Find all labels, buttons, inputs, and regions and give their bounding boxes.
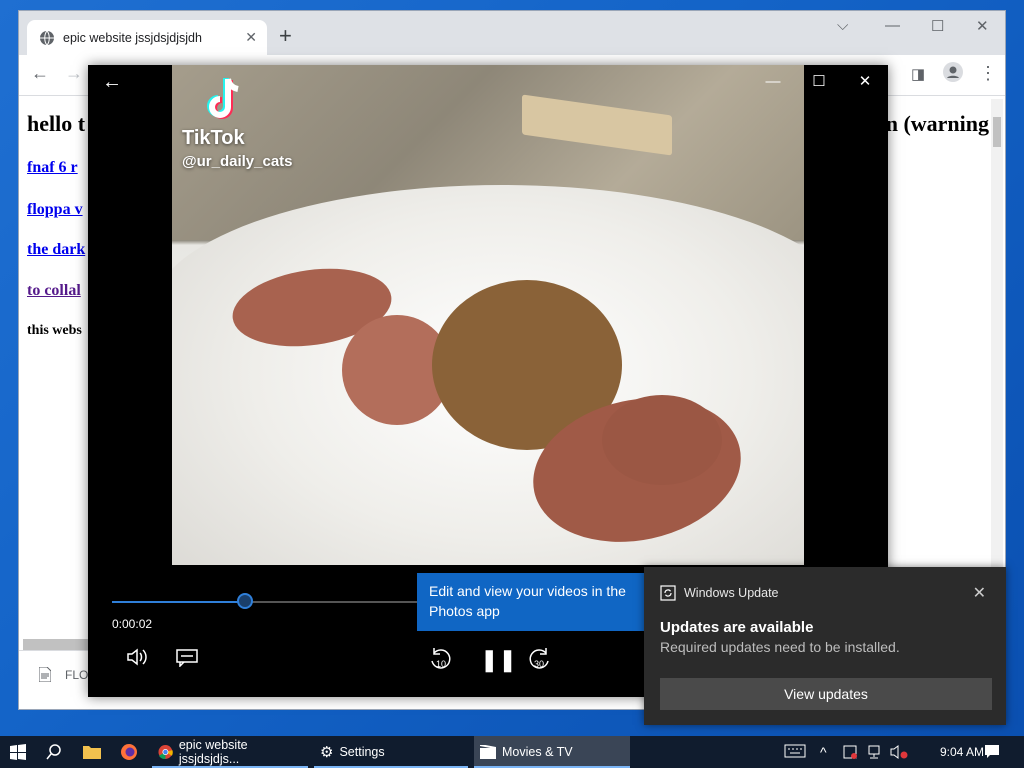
browser-tabstrip: epic website jssjdsjdjsjdh ✕ + ⌵ — ☐ ✕ [19,11,1005,55]
video-frame[interactable]: TikTok @ur_daily_cats [172,65,804,565]
link-2[interactable]: floppa v [27,201,83,219]
profile-icon[interactable] [943,62,963,87]
skip-forward-button[interactable]: 30 [528,647,552,677]
security-icon[interactable] [842,744,858,763]
file-explorer-button[interactable] [83,736,101,768]
browser-tab[interactable]: epic website jssjdsjdjsjdh ✕ [27,20,267,55]
page-small-text: this webs [27,323,82,338]
search-button[interactable] [46,736,62,768]
file-icon [39,667,51,682]
globe-icon [40,30,54,45]
chrome-icon [158,745,173,759]
scrollbar-thumb[interactable] [993,117,1001,147]
taskbar-item-label: epic website jssjdsjdjs... [178,738,248,766]
subtitles-icon[interactable] [176,647,198,673]
cat-shape [602,395,722,485]
seek-handle[interactable] [237,593,253,609]
skip-back-label: 10 [436,659,446,669]
search-icon [46,744,61,760]
menu-icon[interactable]: ⋮ [979,63,997,84]
close-icon[interactable]: ✕ [842,65,888,97]
taskbar-item-label: Movies & TV [502,745,573,759]
minimize-icon[interactable]: — [750,65,796,97]
toast-title: Updates are available [660,619,814,636]
pause-button[interactable]: ❚❚ [480,647,517,673]
start-button[interactable] [10,736,26,768]
windows-logo-icon [10,744,26,760]
side-panel-icon[interactable]: ◨ [911,65,925,83]
view-updates-button[interactable]: View updates [660,678,992,710]
page-heading: hello t [27,111,86,136]
notifications-icon[interactable] [984,744,1000,763]
firefox-icon [121,744,137,760]
link-3[interactable]: the dark [27,241,85,259]
taskbar-item-movies[interactable]: Movies & TV [474,736,630,768]
chevron-up-icon[interactable]: ^ [820,744,827,760]
firefox-button[interactable] [120,736,138,768]
keyboard-icon[interactable] [784,744,806,761]
tab-search-icon[interactable]: ⌵ [837,17,848,34]
volume-icon[interactable] [126,647,148,673]
player-titlebar: — ☐ ✕ [750,65,888,97]
back-icon[interactable]: ← [31,63,49,84]
film-icon [480,745,496,759]
taskbar-item-settings[interactable]: ⚙ Settings [314,736,468,768]
download-item[interactable]: FLO [39,667,88,682]
forward-icon[interactable]: → [65,63,83,84]
maximize-icon[interactable]: ☐ [931,17,944,35]
update-icon [660,585,676,601]
skip-back-button[interactable]: 10 [428,647,452,677]
tiktok-brand-text: TikTok [182,127,245,149]
network-icon[interactable] [866,744,882,763]
link-4[interactable]: to collal [27,282,81,300]
tiktok-logo-icon [207,78,239,119]
toast-body: Required updates need to be installed. [660,639,900,655]
skip-forward-icon: 30 [529,648,549,669]
download-filename: FLO [65,667,89,682]
windows-update-toast[interactable]: Windows Update ✕ Updates are available R… [644,567,1006,725]
toast-app-name: Windows Update [684,586,779,600]
page-heading-right: n (warning [885,111,989,136]
taskbar-item-label: Settings [339,745,385,759]
skip-forward-label: 30 [534,659,544,669]
photos-app-tip[interactable]: Edit and view your videos in the Photos … [417,573,645,631]
toast-app-header: Windows Update [660,585,779,601]
back-arrow-icon[interactable]: ← [102,71,122,94]
clock[interactable]: 9:04 AM [940,736,984,768]
maximize-icon[interactable]: ☐ [796,65,842,97]
volume-muted-icon[interactable] [890,744,908,763]
minimize-icon[interactable]: — [885,17,900,34]
close-window-icon[interactable]: ✕ [976,17,989,35]
taskbar: epic website jssjdsjdjs... ⚙ Settings Mo… [0,736,1024,768]
folder-icon [83,746,101,759]
seek-progress [112,601,245,603]
new-tab-icon[interactable]: + [279,25,292,47]
skip-back-icon: 10 [431,648,451,669]
tiktok-username: @ur_daily_cats [182,153,293,170]
browser-tab-title: epic website jssjdsjdjsjdh [63,30,202,45]
gear-icon: ⚙ [320,744,334,761]
toast-close-icon[interactable]: ✕ [973,583,986,603]
link-1[interactable]: fnaf 6 r [27,159,78,177]
taskbar-item-chrome[interactable]: epic website jssjdsjdjs... [152,736,308,768]
vertical-scrollbar[interactable] [991,99,1003,639]
close-tab-icon[interactable]: ✕ [245,29,257,46]
elapsed-time: 0:00:02 [112,617,153,631]
